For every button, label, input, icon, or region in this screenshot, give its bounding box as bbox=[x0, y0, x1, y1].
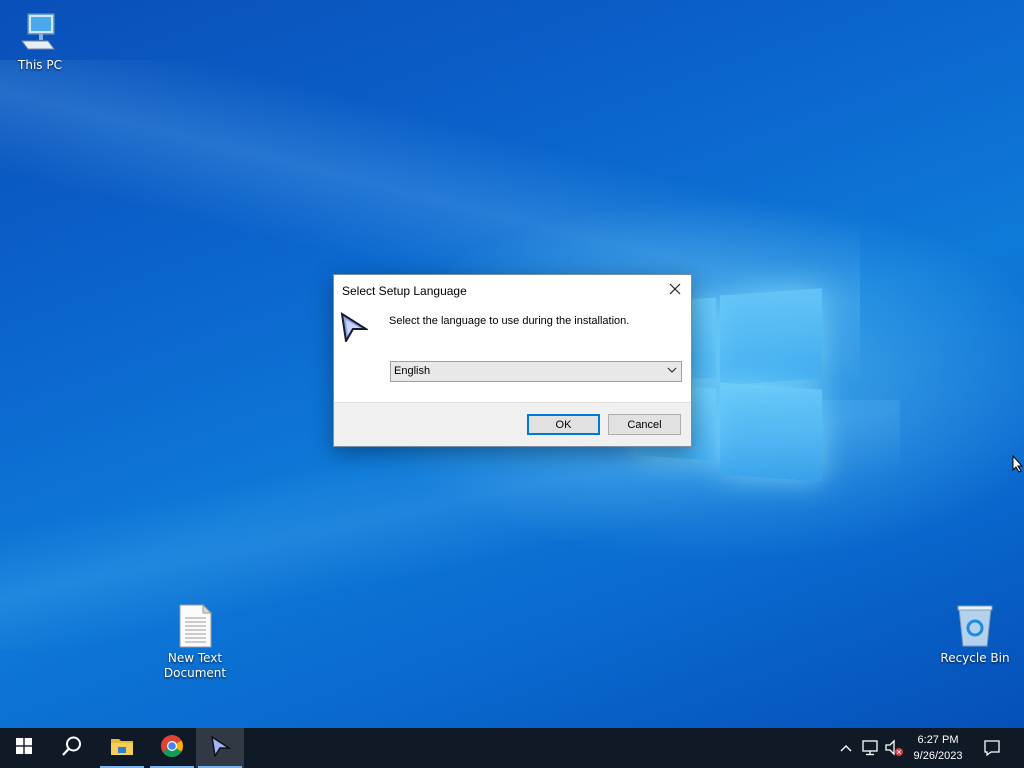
desktop-icon-label: New Text Document bbox=[163, 651, 227, 680]
dialog-titlebar[interactable]: Select Setup Language bbox=[334, 275, 691, 306]
start-button[interactable] bbox=[0, 728, 48, 768]
cancel-button[interactable]: Cancel bbox=[608, 414, 681, 435]
search-button[interactable] bbox=[48, 728, 96, 768]
clock-time: 6:27 PM bbox=[917, 734, 959, 746]
desktop-icon-label: This PC bbox=[18, 58, 62, 72]
mouse-cursor-icon bbox=[1012, 454, 1024, 477]
file-explorer-icon bbox=[110, 736, 134, 760]
recycle-bin-icon bbox=[953, 603, 997, 649]
taskbar-clock[interactable]: 6:27 PM 9/26/2023 bbox=[906, 732, 970, 764]
volume-muted-icon[interactable] bbox=[884, 738, 904, 758]
desktop-icon-label: Recycle Bin bbox=[940, 651, 1010, 665]
desktop-background: This PC New Text Document Recycle Bin Se… bbox=[0, 0, 1024, 728]
ok-button[interactable]: OK bbox=[527, 414, 600, 435]
dialog-footer: OK Cancel bbox=[334, 402, 691, 446]
dialog-prompt: Select the language to use during the in… bbox=[389, 315, 630, 327]
windows-logo-pane-br bbox=[720, 382, 822, 482]
close-icon bbox=[669, 283, 681, 298]
desktop-icon-recycle-bin[interactable]: Recycle Bin bbox=[935, 603, 1015, 666]
network-icon[interactable] bbox=[860, 738, 880, 758]
notification-icon[interactable] bbox=[982, 738, 1002, 758]
taskbar: 6:27 PM 9/26/2023 bbox=[0, 728, 1024, 768]
setup-arrow-icon bbox=[340, 312, 370, 347]
clock-date: 9/26/2023 bbox=[913, 750, 963, 762]
setup-arrow-icon bbox=[209, 735, 232, 761]
computer-icon bbox=[18, 10, 62, 56]
setup-taskbar-button[interactable] bbox=[196, 728, 244, 768]
start-icon bbox=[16, 738, 32, 758]
dialog-body: Select the language to use during the in… bbox=[334, 306, 691, 402]
text-document-icon bbox=[173, 603, 217, 649]
chevron-down-icon bbox=[667, 365, 677, 378]
file-explorer-button[interactable] bbox=[98, 728, 146, 768]
search-icon bbox=[61, 735, 83, 761]
close-button[interactable] bbox=[659, 275, 691, 305]
desktop-icon-new-text-document[interactable]: New Text Document bbox=[155, 603, 235, 681]
chrome-button[interactable] bbox=[148, 728, 196, 768]
chevron-up-icon[interactable] bbox=[836, 738, 856, 758]
desktop-icon-this-pc[interactable]: This PC bbox=[0, 10, 80, 73]
language-select-value: English bbox=[394, 365, 431, 377]
chrome-icon bbox=[160, 734, 184, 762]
windows-logo-pane-tr bbox=[720, 288, 822, 386]
dialog-title: Select Setup Language bbox=[342, 284, 467, 298]
setup-language-dialog: Select Setup Language Select the languag… bbox=[333, 274, 692, 447]
language-select[interactable]: English bbox=[390, 361, 682, 382]
